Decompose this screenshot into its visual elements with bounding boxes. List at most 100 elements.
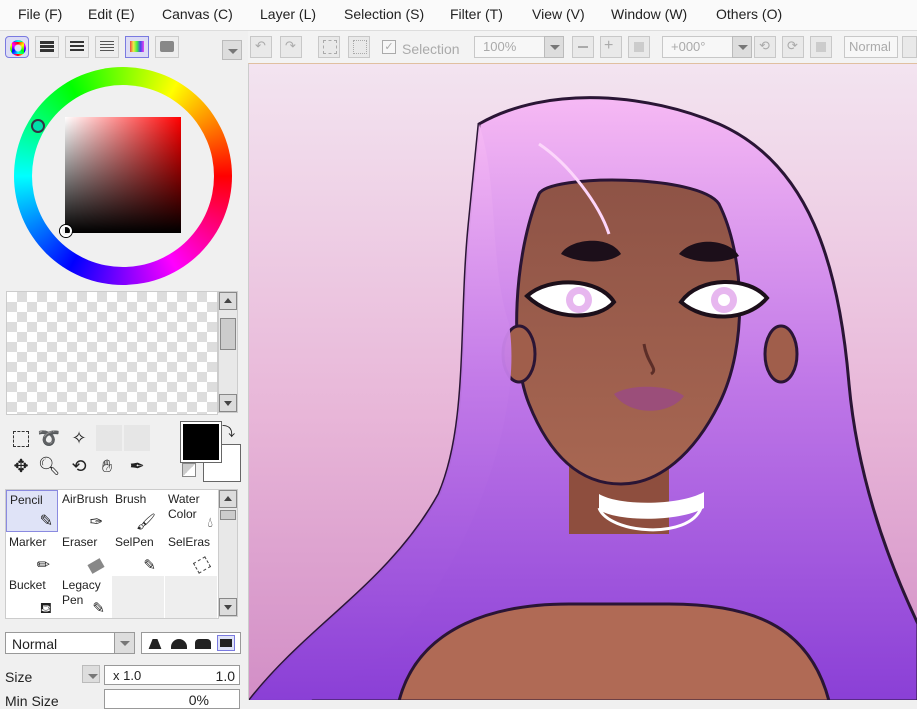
blend-mode-dropdown[interactable]: [114, 633, 134, 653]
reset-colors-icon[interactable]: [182, 463, 196, 477]
scroll-down-button[interactable]: [219, 394, 237, 412]
tool-watercolor[interactable]: Water Color 💧︎: [165, 490, 217, 532]
magic-wand-icon: ✧: [71, 428, 87, 448]
rotation-dropdown[interactable]: [732, 36, 752, 58]
size-field[interactable]: x 1.0 1.0: [104, 665, 240, 685]
tool-marker[interactable]: Marker ✏︎: [6, 533, 58, 575]
color-wheel-icon: [10, 40, 26, 56]
legacy-pen-icon: ✎: [92, 600, 105, 617]
hand-tool[interactable]: ✋︎: [94, 453, 120, 479]
menu-bar: File (F) Edit (E) Canvas (C) Layer (L) S…: [0, 0, 917, 31]
zoom-out-button[interactable]: [572, 36, 594, 58]
rotate-ccw-icon: ⟲: [759, 38, 770, 53]
size-range-dropdown[interactable]: [82, 665, 100, 683]
panel-menu-dropdown[interactable]: [222, 40, 242, 60]
menu-window[interactable]: Window (W): [611, 6, 687, 22]
rotation-field[interactable]: +000°: [662, 36, 734, 58]
lasso-icon: ➰: [37, 428, 61, 448]
magic-wand-tool[interactable]: ✧: [66, 425, 92, 451]
scratchpad-area[interactable]: [6, 291, 218, 415]
tool-legacy-pen[interactable]: Legacy Pen ✎: [59, 576, 111, 618]
move-icon: ✥: [13, 456, 29, 476]
flip-button[interactable]: [902, 36, 917, 58]
swatches-tab[interactable]: [125, 36, 149, 58]
arrow-down-icon: [224, 401, 232, 406]
tool-bucket[interactable]: Bucket ⛾: [6, 576, 58, 618]
menu-selection[interactable]: Selection (S): [344, 6, 424, 22]
shape-soft-icon[interactable]: [195, 639, 211, 649]
tool-label: Pencil: [10, 493, 43, 507]
tool-seleras[interactable]: SelEras: [165, 533, 217, 575]
hsv-slider-tab[interactable]: [65, 36, 89, 58]
tool-pencil[interactable]: Pencil ✎: [6, 490, 58, 532]
blend-mode-select[interactable]: Normal: [5, 632, 135, 654]
deselect-button[interactable]: [318, 36, 340, 58]
scroll-up-button[interactable]: [219, 490, 237, 508]
zoom-field[interactable]: 100%: [474, 36, 546, 58]
rotate-cw-button[interactable]: ⟳: [782, 36, 804, 58]
tool-label: Brush: [115, 492, 147, 506]
scroll-up-button[interactable]: [219, 292, 237, 310]
minus-icon: [578, 46, 588, 48]
tool-grid-scrollbar[interactable]: [218, 489, 238, 617]
redo-button[interactable]: ↷: [280, 36, 302, 58]
color-wheel-tab[interactable]: [5, 36, 29, 58]
rgb-slider-tab[interactable]: [35, 36, 59, 58]
drawing-canvas[interactable]: [248, 63, 917, 700]
menu-view[interactable]: View (V): [532, 6, 585, 22]
rotate-ccw-button[interactable]: ⟲: [754, 36, 776, 58]
scroll-thumb[interactable]: [220, 510, 236, 520]
tool-brush[interactable]: Brush 🖌︎: [112, 490, 164, 532]
min-size-field[interactable]: 0%: [104, 689, 240, 709]
rect-select-tool[interactable]: [8, 425, 34, 451]
invert-selection-button[interactable]: [348, 36, 370, 58]
eyedropper-tool[interactable]: ✒︎: [124, 453, 150, 479]
rgb-slider-icon: [40, 41, 54, 52]
tone-slider-tab[interactable]: [95, 36, 119, 58]
zoom-tool[interactable]: 🔍︎: [36, 453, 62, 479]
scroll-down-button[interactable]: [219, 598, 237, 616]
zoom-reset-button[interactable]: [628, 36, 650, 58]
deselect-icon: [323, 40, 337, 54]
sv-picker-handle[interactable]: [60, 225, 72, 237]
primary-color-swatch[interactable]: [181, 422, 221, 462]
selection-checkbox[interactable]: ✓: [382, 40, 396, 54]
menu-edit[interactable]: Edit (E): [88, 6, 135, 22]
scratchpad-scrollbar[interactable]: [218, 291, 238, 413]
lasso-tool[interactable]: ➰: [36, 425, 62, 451]
menu-file[interactable]: File (F): [18, 6, 62, 22]
menu-filter[interactable]: Filter (T): [450, 6, 503, 22]
shape-medium-icon[interactable]: [171, 639, 187, 649]
undo-button[interactable]: ↶: [250, 36, 272, 58]
arrow-up-icon: [224, 496, 232, 501]
menu-others[interactable]: Others (O): [716, 6, 782, 22]
tool-eraser[interactable]: Eraser: [59, 533, 111, 575]
menu-layer[interactable]: Layer (L): [260, 6, 316, 22]
swap-colors-icon[interactable]: ⤵: [222, 421, 235, 440]
rotate-tool[interactable]: ⟲: [66, 453, 92, 479]
scroll-thumb[interactable]: [220, 318, 236, 350]
tool-airbrush[interactable]: AirBrush ✑: [59, 490, 111, 532]
menu-canvas[interactable]: Canvas (C): [162, 6, 233, 22]
tool-label: SelEras: [168, 535, 211, 549]
shape-hard-icon[interactable]: [148, 639, 162, 649]
move-tool[interactable]: ✥: [8, 453, 34, 479]
tool-label: Water Color: [168, 492, 200, 521]
saturation-value-square[interactable]: [65, 117, 181, 233]
blend-mode-value: Normal: [12, 636, 58, 652]
hue-picker-handle[interactable]: [31, 119, 45, 133]
shape-square-icon[interactable]: [217, 635, 235, 651]
pupil-left: [573, 294, 585, 306]
reset-rotation-icon: [816, 42, 826, 52]
scratchpad-tab[interactable]: [155, 36, 179, 58]
pencil-icon: ✎: [39, 513, 53, 530]
tool-label: Eraser: [62, 535, 98, 549]
tool-selpen[interactable]: SelPen ✎: [112, 533, 164, 575]
blend-field[interactable]: Normal: [844, 36, 898, 58]
zoom-dropdown[interactable]: [544, 36, 564, 58]
zoom-in-button[interactable]: +: [600, 36, 622, 58]
min-size-label: Min Size: [5, 693, 59, 709]
selpen-icon: ✎: [143, 557, 156, 574]
airbrush-icon: ✑: [89, 514, 103, 531]
rotate-reset-button[interactable]: [810, 36, 832, 58]
